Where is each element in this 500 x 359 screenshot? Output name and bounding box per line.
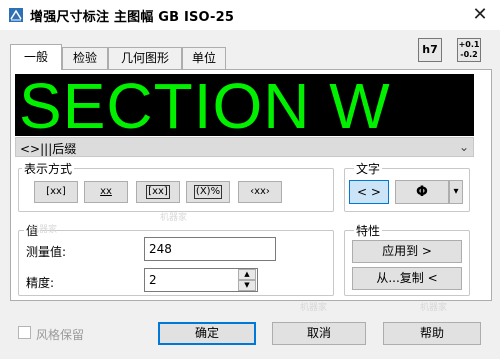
tab-geometry[interactable]: 几何图形 [108,47,182,69]
diameter-icon: Φ [416,184,428,200]
suffix-combo-value: <>|||后缀 [20,142,77,156]
precision-label: 精度: [26,276,55,290]
caret-down-icon: ▾ [453,186,459,197]
precision-up-icon[interactable]: ▲ [238,269,256,280]
diameter-symbol-button[interactable]: Φ [395,180,449,204]
tab-general[interactable]: 一般 [10,44,62,70]
style-keep-checkbox[interactable] [18,326,31,339]
cancel-button[interactable]: 取消 [272,322,366,345]
format-boxed-button[interactable]: [xx] [136,181,180,203]
display-group-label: 表示方式 [22,160,75,177]
format-underline-label: xx [100,186,112,197]
chevron-down-icon[interactable]: ⌄ [456,138,472,156]
precision-down-icon[interactable]: ▼ [238,280,256,291]
tab-units[interactable]: 单位 [182,47,226,69]
properties-group-label: 特性 [354,222,383,239]
measured-value-input[interactable]: 248 [144,237,276,261]
tolerance-button[interactable]: +0.1 -0.2 [457,38,481,62]
format-reference-label: ‹xx› [250,186,270,197]
help-button[interactable]: 帮助 [383,322,481,345]
format-boxed-label: [xx] [146,185,170,199]
measured-value-label: 测量值: [26,245,67,259]
format-basic-button[interactable]: [xx] [34,181,78,203]
tolerance-upper: +0.1 [458,40,480,49]
angle-brackets-label: < > [357,185,381,199]
symbol-dropdown-button[interactable]: ▾ [449,180,463,204]
window-title: 增强尺寸标注 主图幅 GB ISO-25 [30,10,235,25]
tab-check[interactable]: 检验 [62,47,108,69]
watermark: 机器家 [300,303,328,313]
format-reference-button[interactable]: ‹xx› [238,181,282,203]
watermark: 机器家 [30,225,58,235]
format-basic-label: [xx] [46,186,66,197]
app-icon [8,7,24,23]
apply-to-button[interactable]: 应用到 > [352,240,462,263]
suffix-combo[interactable]: <>|||后缀 ⌄ [15,137,474,157]
fit-h7-button[interactable]: h7 [418,38,442,62]
copy-from-button[interactable]: 从...复制 < [352,267,462,290]
style-keep-label: 风格保留 [36,328,85,342]
text-group-label: 文字 [354,160,383,177]
ok-button[interactable]: 确定 [158,322,256,345]
preview-text: SECTION W [19,74,391,136]
close-icon[interactable]: ✕ [468,4,492,26]
watermark: 机器家 [420,303,448,313]
format-percent-label: (X)% [193,185,223,199]
tolerance-lower: -0.2 [460,50,478,59]
watermark: 机器家 [160,213,188,223]
angle-brackets-button[interactable]: < > [349,180,389,204]
format-underline-button[interactable]: xx [84,181,128,203]
fit-h7-label: h7 [422,43,438,56]
preview-area: SECTION W [15,74,474,136]
format-percent-button[interactable]: (X)% [186,181,230,203]
